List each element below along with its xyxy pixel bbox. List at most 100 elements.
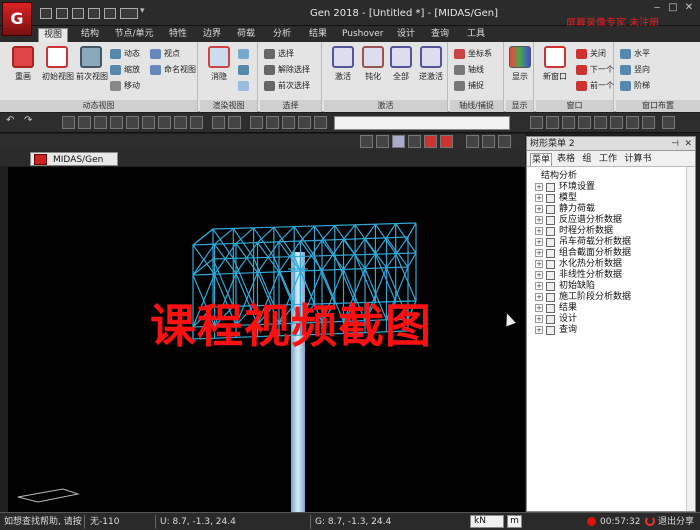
toolbar-icon-11[interactable]: [228, 116, 241, 129]
expand-icon[interactable]: +: [535, 249, 543, 257]
tab-design[interactable]: 设计: [394, 28, 418, 42]
tab-properties[interactable]: 特性: [166, 28, 190, 42]
toolbar-icon-22[interactable]: [610, 116, 623, 129]
toolbar-icon-2[interactable]: [78, 116, 91, 129]
tab-results[interactable]: 结果: [306, 28, 330, 42]
toolbar-icon-1[interactable]: [62, 116, 75, 129]
snap-button[interactable]: 捕捉: [454, 80, 484, 92]
deselect-button[interactable]: 解除选择: [264, 64, 310, 76]
tree-item[interactable]: + 非线性分析数据: [531, 270, 691, 281]
tree-item[interactable]: + 设计: [531, 314, 691, 325]
tab-menu[interactable]: 菜单: [530, 153, 552, 166]
tree-item[interactable]: + 初始缺陷: [531, 281, 691, 292]
new-file-icon[interactable]: [40, 8, 52, 19]
toolbar-icon-30[interactable]: [424, 135, 437, 148]
tab-node-element[interactable]: 节点/单元: [112, 28, 156, 42]
pin-icon[interactable]: ⊣: [671, 137, 679, 151]
toolbar-icon-8[interactable]: [174, 116, 187, 129]
close-window-button[interactable]: 关闭: [576, 48, 606, 60]
redraw-button[interactable]: 重画: [8, 46, 38, 82]
toolbar-icon-32[interactable]: [466, 135, 479, 148]
tree-item[interactable]: + 水化热分析数据: [531, 259, 691, 270]
toolbar-icon-7[interactable]: [158, 116, 171, 129]
expand-icon[interactable]: +: [535, 216, 543, 224]
expand-icon[interactable]: +: [535, 315, 543, 323]
tile-horizontal-button[interactable]: 水平: [620, 48, 650, 60]
toolbar-icon-4[interactable]: [110, 116, 123, 129]
tree-item[interactable]: + 结果: [531, 303, 691, 314]
activate-all-button[interactable]: 全部: [386, 46, 416, 82]
tab-query[interactable]: 查询: [428, 28, 452, 42]
exit-share-button[interactable]: 退出分享: [658, 516, 694, 528]
move-button[interactable]: 移动: [110, 80, 140, 92]
panel-close-icon[interactable]: ✕: [684, 137, 692, 151]
initial-view-button[interactable]: 初始视图: [42, 46, 74, 82]
tab-analysis[interactable]: 分析: [270, 28, 294, 42]
toolbar-icon-6[interactable]: [142, 116, 155, 129]
tree-item[interactable]: + 反应谱分析数据: [531, 215, 691, 226]
toolbar-icon-15[interactable]: [298, 116, 311, 129]
toolbar-icon-20[interactable]: [578, 116, 591, 129]
tab-structure[interactable]: 结构: [78, 28, 102, 42]
expand-icon[interactable]: +: [535, 260, 543, 268]
render-option-1[interactable]: [238, 48, 249, 60]
force-unit-select[interactable]: kN: [470, 515, 504, 528]
quick-access-dropdown-icon[interactable]: ▾: [140, 6, 149, 17]
previous-window-button[interactable]: 前一个: [576, 80, 614, 92]
toolbar-icon-33[interactable]: [482, 135, 495, 148]
toolbar-icon-13[interactable]: [266, 116, 279, 129]
cascade-button[interactable]: 阶梯: [620, 80, 650, 92]
toolbar-icon-12[interactable]: [250, 116, 263, 129]
toolbar-icon-3[interactable]: [94, 116, 107, 129]
toolbar-icon-14[interactable]: [282, 116, 295, 129]
tree-item[interactable]: + 查询: [531, 325, 691, 336]
toolbar-icon-9[interactable]: [190, 116, 203, 129]
select-button[interactable]: 选择: [264, 48, 294, 60]
expand-icon[interactable]: +: [535, 293, 543, 301]
toolbar-icon-19[interactable]: [562, 116, 575, 129]
axis-button[interactable]: 轴线: [454, 64, 484, 76]
expand-icon[interactable]: +: [535, 304, 543, 312]
maximize-button[interactable]: □: [666, 2, 680, 14]
tab-pushover[interactable]: Pushover: [342, 28, 383, 42]
print-icon[interactable]: [104, 8, 116, 19]
expand-icon[interactable]: +: [535, 282, 543, 290]
new-window-button[interactable]: 新窗口: [540, 46, 570, 82]
redo-icon[interactable]: ↷: [24, 115, 37, 128]
tab-works[interactable]: 工作: [597, 153, 619, 166]
expand-icon[interactable]: +: [535, 194, 543, 202]
tree-item[interactable]: + 组合截面分析数据: [531, 248, 691, 259]
display-button[interactable]: 显示: [505, 46, 535, 82]
dynamic-rotate-button[interactable]: 动态: [110, 48, 140, 60]
hide-button[interactable]: 消隐: [204, 46, 234, 82]
panel-scrollbar[interactable]: [686, 167, 695, 511]
toolbar-icon-31[interactable]: [440, 135, 453, 148]
print-preview-icon[interactable]: [120, 8, 138, 19]
passivate-button[interactable]: 钝化: [358, 46, 388, 82]
toolbar-icon-28[interactable]: [392, 135, 405, 148]
tab-groups[interactable]: 组: [580, 153, 594, 166]
tab-view[interactable]: 视图: [38, 28, 68, 42]
toolbar-icon-17[interactable]: [530, 116, 543, 129]
close-button[interactable]: ✕: [682, 2, 696, 14]
tree-item[interactable]: + 静力荷载: [531, 204, 691, 215]
viewpoint-button[interactable]: 视点: [150, 48, 180, 60]
tab-boundary[interactable]: 边界: [200, 28, 224, 42]
expand-icon[interactable]: +: [535, 326, 543, 334]
tab-tables[interactable]: 表格: [555, 153, 577, 166]
toolbar-icon-27[interactable]: [376, 135, 389, 148]
document-tab[interactable]: MIDAS/Gen: [30, 152, 118, 166]
tree-item[interactable]: + 模型: [531, 193, 691, 204]
previous-select-button[interactable]: 前次选择: [264, 80, 310, 92]
toolbar-icon-23[interactable]: [626, 116, 639, 129]
expand-icon[interactable]: +: [535, 227, 543, 235]
selection-combo[interactable]: [334, 116, 510, 130]
expand-icon[interactable]: +: [535, 183, 543, 191]
activate-button[interactable]: 激活: [328, 46, 358, 82]
open-folder-icon[interactable]: [56, 8, 68, 19]
toolbar-icon-10[interactable]: [212, 116, 225, 129]
previous-view-button[interactable]: 前次视图: [76, 46, 108, 82]
zoom-button[interactable]: 缩放: [110, 64, 140, 76]
minimize-button[interactable]: ‒: [650, 2, 664, 14]
toolbar-icon-5[interactable]: [126, 116, 139, 129]
